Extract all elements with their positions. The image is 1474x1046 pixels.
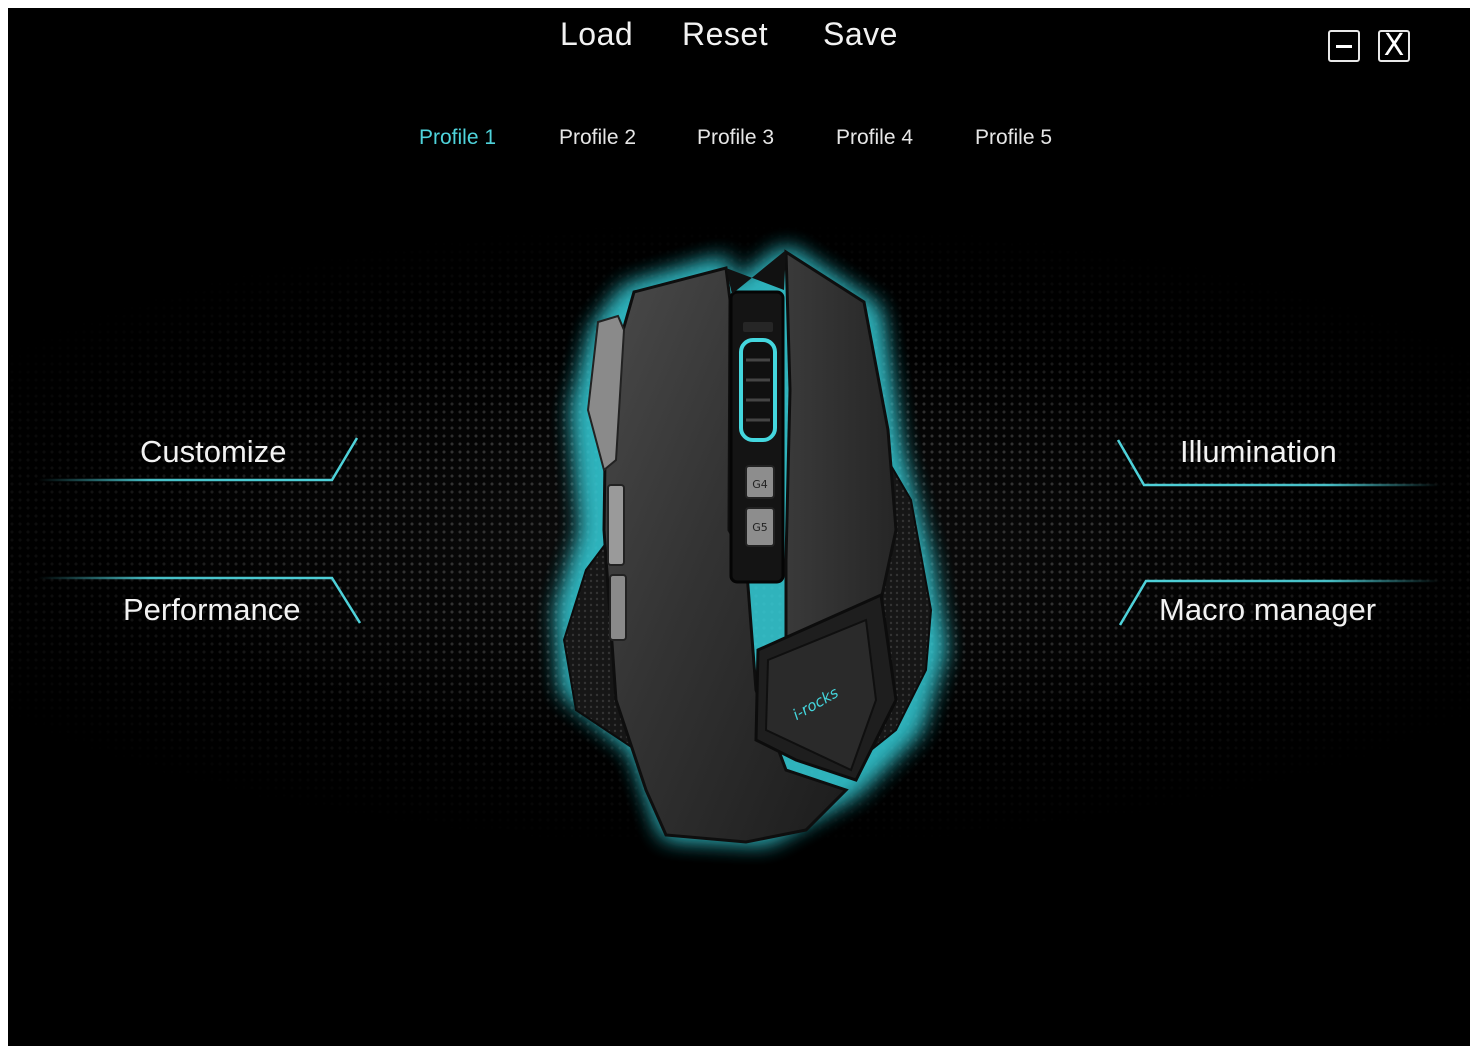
side-button-mid bbox=[607, 484, 625, 566]
side-button-low bbox=[609, 574, 627, 641]
customize-nav[interactable]: Customize bbox=[140, 434, 286, 470]
scroll-wheel bbox=[739, 338, 777, 442]
app-window: Load Reset Save X Profile 1 Profile 2 Pr… bbox=[8, 8, 1470, 1046]
g5-label: G5 bbox=[752, 521, 768, 534]
right-button bbox=[784, 249, 898, 653]
illumination-nav[interactable]: Illumination bbox=[1180, 434, 1337, 470]
macro-manager-nav[interactable]: Macro manager bbox=[1159, 592, 1376, 628]
g4-label: G4 bbox=[752, 478, 768, 491]
performance-nav[interactable]: Performance bbox=[123, 592, 300, 628]
mouse-image: G4 G5 i-rocks bbox=[561, 249, 941, 844]
